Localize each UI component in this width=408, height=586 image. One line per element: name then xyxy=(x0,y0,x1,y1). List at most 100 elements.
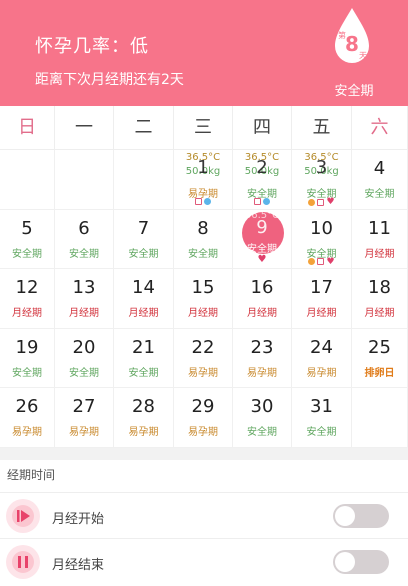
record-icons xyxy=(233,198,291,206)
calendar-day-cell[interactable]: 12 月经期 xyxy=(0,269,55,329)
day-number: 19 xyxy=(15,336,39,358)
pregnancy-rate: 怀孕几率：低 xyxy=(35,36,149,57)
day-status: 安全期 xyxy=(69,248,99,260)
period-end-toggle[interactable] xyxy=(333,550,389,574)
day-status: 安全期 xyxy=(69,367,99,379)
day-status: 易孕期 xyxy=(188,367,218,379)
calendar-day-cell[interactable]: 36.5°C 50.0kg 3 安全期 ♥ xyxy=(292,150,352,210)
weekday-header: 日 xyxy=(0,106,55,150)
calendar-day-cell[interactable]: 5 安全期 xyxy=(0,209,55,270)
calendar-day-cell[interactable]: 30 安全期 xyxy=(233,388,292,448)
day-number: 24 xyxy=(310,336,333,358)
cycle-day-suffix: 天 xyxy=(359,51,367,60)
note-icon xyxy=(195,198,202,205)
day-number: 13 xyxy=(72,277,96,299)
period-start-toggle[interactable] xyxy=(333,504,389,528)
weekday-header: 五 xyxy=(292,106,352,150)
period-end-row[interactable]: 月经结束 xyxy=(0,538,408,584)
orange-dot-icon xyxy=(308,198,316,206)
orange-dot-icon xyxy=(308,258,316,266)
calendar-day-cell[interactable]: 21 安全期 xyxy=(114,328,174,389)
day-number: 16 xyxy=(250,277,274,299)
period-end-label: 月经结束 xyxy=(52,558,105,573)
calendar-day-cell[interactable]: 8 安全期 xyxy=(174,209,233,270)
day-number: 30 xyxy=(250,396,274,418)
calendar-day-cell[interactable]: 14 月经期 xyxy=(114,269,174,329)
calendar-day-cell[interactable]: 25 排卵日 xyxy=(352,328,408,389)
calendar-day-cell[interactable]: 18 月经期 xyxy=(352,269,408,329)
day-status: 月经期 xyxy=(247,308,277,320)
calendar-day-cell[interactable]: 31 安全期 xyxy=(292,388,352,448)
calendar-day-cell[interactable]: 16 月经期 xyxy=(233,269,292,329)
calendar-empty-cell xyxy=(352,388,408,448)
record-icons: ♥ xyxy=(292,257,351,266)
pause-icon xyxy=(6,545,40,579)
calendar-day-cell[interactable]: 36.5°C 9 安全期 ♥ xyxy=(233,209,292,270)
day-status: 安全期 xyxy=(188,248,218,260)
day-number: 6 xyxy=(78,217,90,239)
day-number: 31 xyxy=(310,396,333,418)
calendar-day-cell[interactable]: 15 月经期 xyxy=(174,269,233,329)
calendar-day-cell[interactable]: 19 安全期 xyxy=(0,328,55,389)
note-icon xyxy=(317,198,325,206)
weekday-header: 六 xyxy=(352,106,408,150)
cycle-day-drop-icon[interactable]: 第 8 天 xyxy=(332,6,372,64)
play-icon xyxy=(6,499,40,533)
period-start-row[interactable]: 月经开始 xyxy=(0,492,408,538)
day-status: 安全期 xyxy=(364,189,395,200)
day-status: 安全期 xyxy=(247,243,277,255)
weekday-header: 一 xyxy=(55,106,114,150)
day-status: 月经期 xyxy=(69,308,99,320)
day-status: 安全期 xyxy=(128,248,159,260)
calendar-day-cell[interactable]: 13 月经期 xyxy=(55,269,114,329)
calendar-empty-cell xyxy=(114,150,174,210)
calendar-day-cell[interactable]: 10 安全期 ♥ xyxy=(292,209,352,270)
note-icon xyxy=(317,258,325,266)
calendar-day-cell[interactable]: 36.5°C 50.0kg 2 安全期 xyxy=(233,150,292,210)
day-status: 月经期 xyxy=(364,248,395,260)
calendar-day-cell[interactable]: 4 安全期 xyxy=(352,150,408,210)
weekday-header: 二 xyxy=(114,106,174,150)
calendar-day-cell[interactable]: 36.5°C 50.0kg 1 易孕期 xyxy=(174,150,233,210)
calendar-day-cell[interactable]: 28 易孕期 xyxy=(114,388,174,448)
day-status: 月经期 xyxy=(188,308,218,320)
calendar-day-cell[interactable]: 24 易孕期 xyxy=(292,328,352,389)
day-status: 易孕期 xyxy=(12,427,42,439)
calendar-day-cell[interactable]: 6 安全期 xyxy=(55,209,114,270)
blue-heart-icon xyxy=(204,198,211,205)
calendar-day-cell[interactable]: 29 易孕期 xyxy=(174,388,233,448)
day-status: 易孕期 xyxy=(247,367,277,379)
day-number: 1 xyxy=(197,157,209,178)
note-icon xyxy=(254,198,261,205)
calendar-day-cell[interactable]: 26 易孕期 xyxy=(0,388,55,448)
section-divider xyxy=(0,448,408,460)
blue-heart-icon xyxy=(263,198,270,205)
calendar-day-cell[interactable]: 11 月经期 xyxy=(352,209,408,270)
weekday-header: 三 xyxy=(174,106,233,150)
calendar-day-cell[interactable]: 23 易孕期 xyxy=(233,328,292,389)
day-number: 23 xyxy=(250,336,274,358)
current-phase-label: 安全期 xyxy=(334,84,374,99)
day-number: 12 xyxy=(15,277,39,299)
calendar-day-cell[interactable]: 27 易孕期 xyxy=(55,388,114,448)
day-number: 8 xyxy=(197,217,209,239)
day-status: 月经期 xyxy=(128,308,159,320)
day-number: 25 xyxy=(368,336,391,358)
day-status: 安全期 xyxy=(306,427,337,439)
calendar-day-cell[interactable]: 22 易孕期 xyxy=(174,328,233,389)
day-number: 5 xyxy=(21,217,33,239)
calendar-day-cell[interactable]: 7 安全期 xyxy=(114,209,174,270)
day-status: 月经期 xyxy=(364,308,395,320)
calendar-day-cell[interactable]: 20 安全期 xyxy=(55,328,114,389)
calendar-day-cell[interactable]: 17 月经期 xyxy=(292,269,352,329)
day-number: 21 xyxy=(132,336,155,358)
day-number: 10 xyxy=(310,217,333,239)
day-number: 2 xyxy=(256,157,268,178)
calendar-empty-cell xyxy=(55,150,114,210)
period-section-title: 经期时间 xyxy=(7,468,56,482)
day-number: 17 xyxy=(310,277,333,299)
day-number: 15 xyxy=(191,277,215,299)
day-number: 3 xyxy=(315,157,328,178)
day-status: 安全期 xyxy=(128,367,159,379)
day-number: 11 xyxy=(368,217,391,239)
